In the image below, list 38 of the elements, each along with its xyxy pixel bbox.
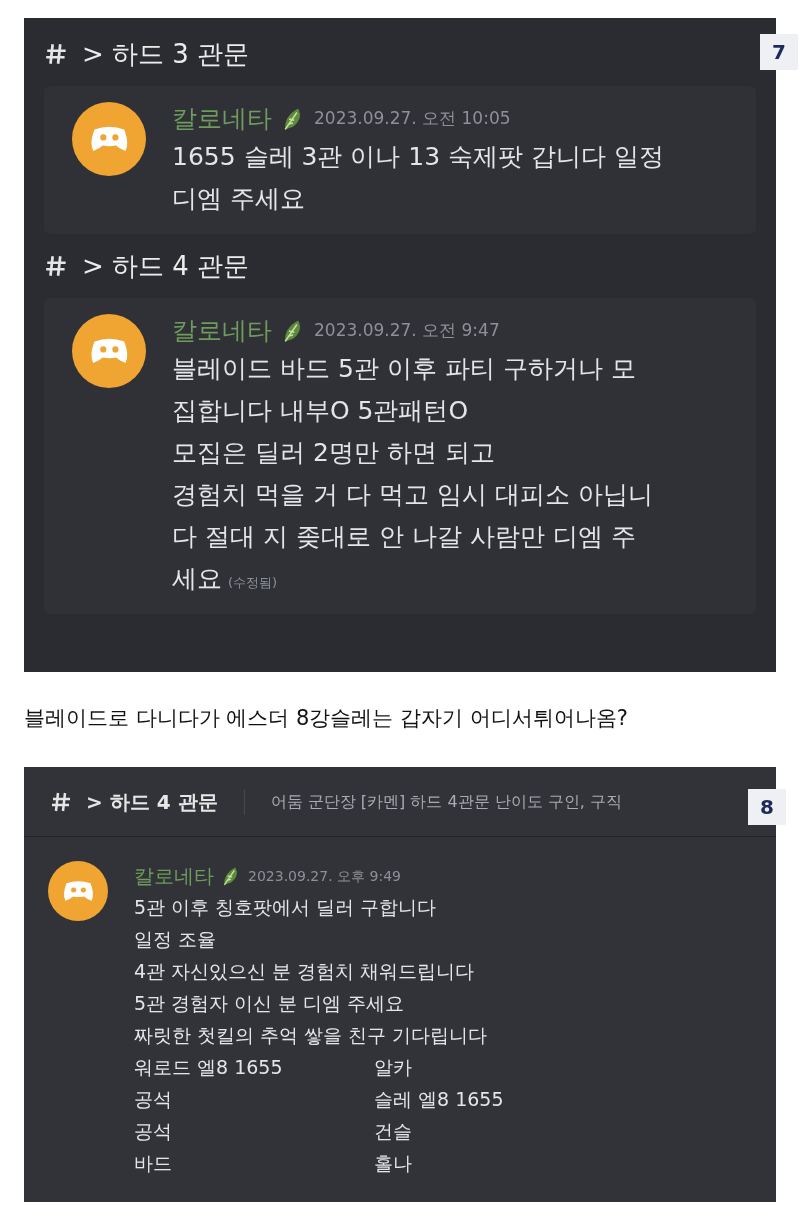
- roster-cell-text: 워로드 엘8 1655: [134, 1054, 284, 1080]
- message-text: 5관 경험자 이신 분 디엠 주세요: [134, 991, 406, 1016]
- message-text: 블레이드 바드 5관 이후 파티 구하거나 모: [172, 353, 637, 385]
- edited-label: (수정됨): [228, 574, 278, 592]
- channel-title: > 하드 4 관문: [86, 788, 218, 816]
- caption-text: 블레이드로 다니다가 에스더 8강슬레는 갑자기 어디서튀어나옴?: [24, 705, 628, 733]
- roster-cell-text: 알카: [374, 1054, 412, 1080]
- message-text: 1655 슬레 3관 이나 13 숙제팟 갑니다 일정: [172, 141, 664, 173]
- roster-cell-text: 공석: [134, 1118, 173, 1144]
- message-text: 모집은 딜러 2명만 하면 되고: [172, 437, 496, 469]
- roster-cell-text: 슬레 엘8 1655: [374, 1086, 504, 1112]
- roster-cell-text: 바드: [134, 1150, 173, 1176]
- author-name: 칼로네타: [172, 315, 272, 348]
- timestamp: 2023.09.27. 오전 9:47: [314, 319, 500, 343]
- timestamp: 2023.09.27. 오후 9:49: [248, 866, 401, 886]
- message-text: 디엠 주세요: [172, 183, 306, 215]
- message-text: 세요: [172, 563, 222, 595]
- number-badge: 8: [748, 789, 786, 825]
- message-text: 4관 자신있으신 분 경험치 채워드립니다: [134, 959, 476, 984]
- message-text: 일정 조율: [134, 927, 218, 952]
- timestamp: 2023.09.27. 오전 10:05: [314, 107, 511, 131]
- message-text: 경험치 먹을 거 다 먹고 임시 대피소 아닙니: [172, 479, 653, 511]
- message-text: 짜릿한 첫킬의 추억 쌓을 친구 기다립니다: [134, 1023, 489, 1048]
- controller-icon: [61, 879, 95, 903]
- channel-topic: 어둠 군단장 [카멘] 하드 4관문 난이도 구인, 구직: [270, 790, 622, 813]
- controller-icon: [88, 124, 130, 154]
- roster-cell-text: 건슬: [374, 1118, 412, 1144]
- controller-icon: [88, 336, 130, 366]
- message-text: 다 절대 지 좆대로 안 나갈 사람만 디엠 주: [172, 521, 637, 553]
- number-badge: 7: [760, 34, 798, 70]
- author-name: 칼로네타: [134, 863, 214, 890]
- roster-cell-text: 홀나: [374, 1150, 412, 1176]
- roster-cell-text: 공석: [134, 1086, 173, 1112]
- message-text: 집합니다 내부O 5관패턴O: [172, 395, 470, 427]
- channel-title: > 하드 3 관문: [82, 37, 250, 71]
- message-text: 5관 이후 칭호팟에서 딜러 구합니다: [134, 895, 438, 920]
- author-name: 칼로네타: [172, 103, 272, 136]
- channel-title: > 하드 4 관문: [82, 249, 250, 283]
